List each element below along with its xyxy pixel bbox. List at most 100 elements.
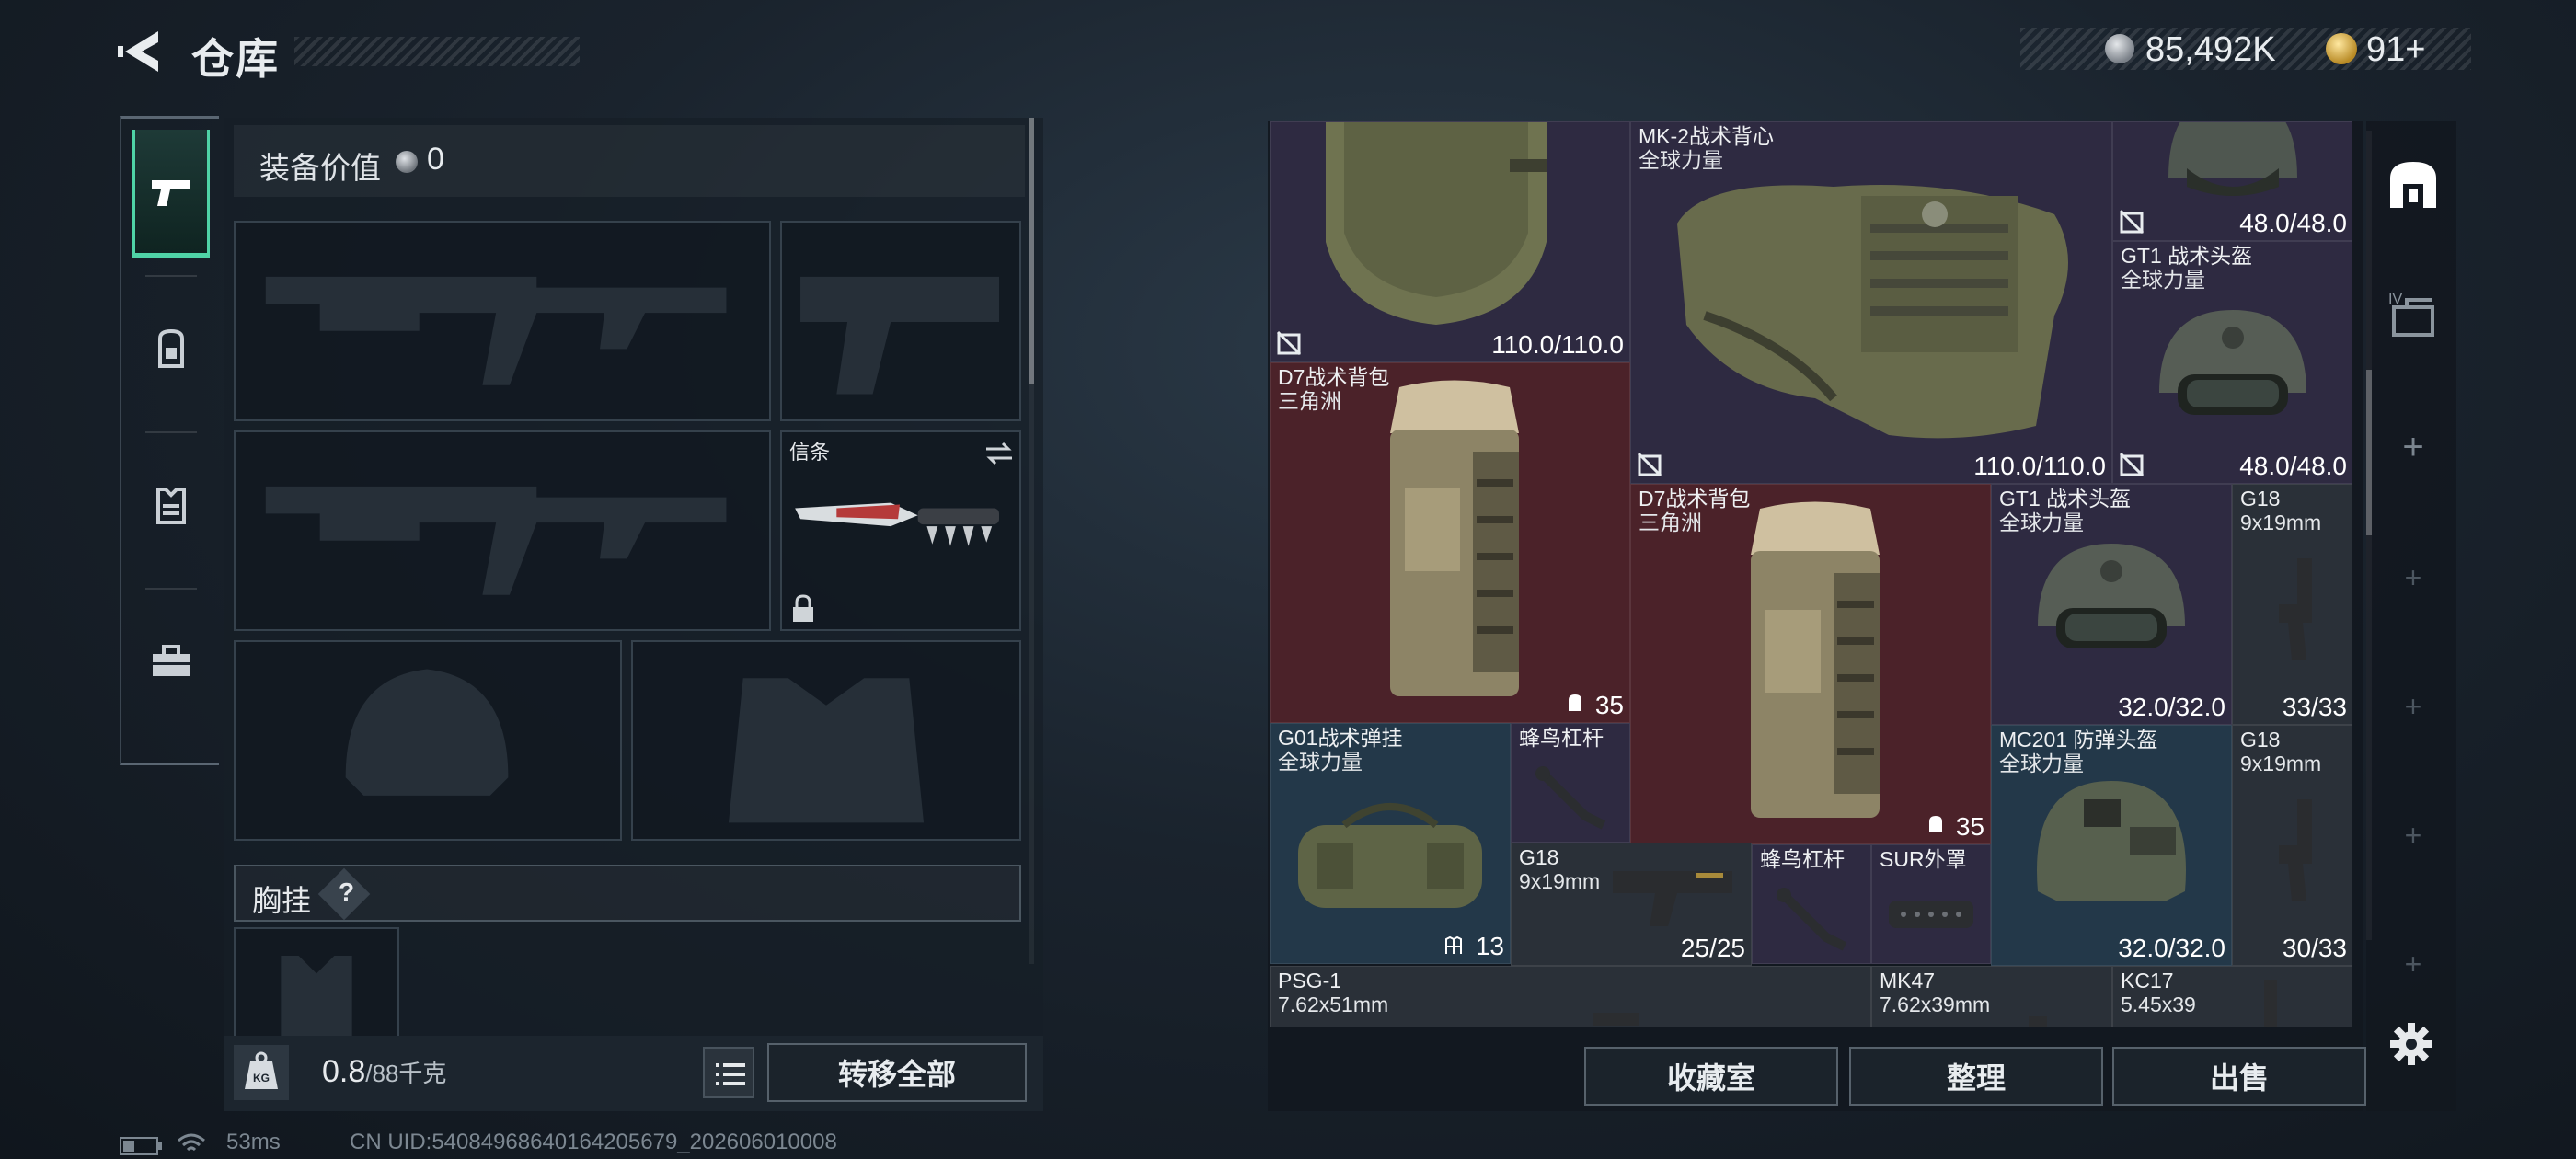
stash-panel: 110.0/110.0 MK-2战术背心 全球力量 110.0/110.0 48…: [1268, 121, 2366, 1111]
item-capacity: 35: [1594, 691, 1624, 719]
item-name: MK47: [1880, 969, 1936, 993]
item-durability: 110.0/110.0: [1973, 452, 2106, 480]
stash-item-psg1-rifle[interactable]: PSG-1 7.62x51mm: [1270, 966, 1871, 1027]
item-faction: 全球力量: [2121, 268, 2205, 292]
stash-scrollbar[interactable]: [2366, 131, 2372, 940]
stash-item-d7-backpack[interactable]: D7战术背包 三角洲 35: [1270, 362, 1630, 723]
stash-item-kc17-rifle[interactable]: KC17 5.45x39: [2112, 966, 2352, 1027]
rifle-part-icon: [1593, 1013, 1639, 1026]
list-view-button[interactable]: [703, 1047, 754, 1098]
loadout-panel: 装备价值 0 信条 胸挂 ?: [224, 118, 1043, 1111]
stash-grid: 110.0/110.0 MK-2战术背心 全球力量 110.0/110.0 48…: [1270, 121, 2352, 1027]
tab-toolbox[interactable]: [132, 597, 210, 726]
stash-item-d7-backpack[interactable]: D7战术背包 三角洲 35: [1630, 484, 1991, 844]
tab-weapons[interactable]: [132, 130, 210, 258]
stash-item-mk47-rifle[interactable]: MK47 7.62x39mm: [1871, 966, 2112, 1027]
settings-gear-icon[interactable]: [2388, 1021, 2434, 1067]
item-name: 蜂鸟杠杆: [1519, 726, 1604, 750]
title-decoration: [294, 37, 580, 66]
add-stash-page-button[interactable]: +: [2399, 688, 2427, 725]
collection-button[interactable]: 收藏室: [1584, 1047, 1838, 1106]
currency-secondary-value[interactable]: 91+: [2366, 30, 2425, 70]
tab-backpack[interactable]: [132, 284, 210, 413]
stash-page-4-icon[interactable]: IV: [2385, 287, 2442, 339]
item-caliber: 9x19mm: [2240, 511, 2322, 534]
add-stash-page-button[interactable]: +: [2399, 817, 2427, 854]
add-stash-page-button[interactable]: +: [2399, 559, 2427, 596]
helmet-slot[interactable]: [234, 640, 622, 841]
add-stash-page-button[interactable]: +: [2399, 429, 2427, 465]
melee-slot[interactable]: 信条: [780, 430, 1021, 631]
primary-weapon-slot-1[interactable]: [234, 221, 771, 421]
stash-item-g18-pistol[interactable]: G18 9x19mm 30/33: [2232, 725, 2352, 966]
stash-item-g01-rig[interactable]: G01战术弹挂 全球力量 13: [1270, 723, 1511, 964]
rifle-part-icon: [2029, 1016, 2047, 1027]
equip-value-label: 装备价值: [259, 151, 381, 185]
stash-item-mk2-vest[interactable]: MK-2战术背心 全球力量 110.0/110.0: [1630, 121, 2112, 484]
item-durability: 110.0/110.0: [1491, 330, 1624, 359]
suppressor-cover-icon: [1889, 901, 1973, 928]
vest-icon: [1326, 122, 1547, 325]
stash-scroll-thumb[interactable]: [2366, 370, 2372, 535]
pistol-icon: [2279, 799, 2312, 901]
helmet-silhouette-icon: [345, 669, 509, 796]
stash-item-lever[interactable]: 蜂鸟杠杆: [1752, 844, 1871, 964]
item-durability: 32.0/32.0: [2118, 693, 2225, 721]
sort-button[interactable]: 整理: [1849, 1047, 2103, 1106]
swap-icon[interactable]: [983, 440, 1016, 467]
stash-item-g18-pistol[interactable]: G18 9x19mm 25/25: [1511, 843, 1752, 966]
uid-readout: CN UID:54084968640164205679_202606010008: [350, 1130, 837, 1154]
helmet-icon: [2159, 310, 2306, 415]
weight-current: 0.8: [322, 1054, 366, 1089]
tab-separator: [145, 275, 197, 277]
item-faction: 三角洲: [1278, 389, 1341, 413]
weight-capacity: /88千克: [365, 1060, 447, 1087]
transfer-all-button[interactable]: 转移全部: [767, 1043, 1027, 1102]
gold-coin-icon: [2326, 33, 2357, 64]
item-durability: 32.0/32.0: [2118, 934, 2225, 962]
lock-icon: [793, 594, 813, 622]
add-stash-page-button[interactable]: +: [2399, 946, 2427, 982]
loadout-scrollbar[interactable]: [1029, 118, 1034, 964]
primary-weapon-slot-2[interactable]: [234, 430, 771, 631]
armor-silhouette-icon: [728, 678, 925, 823]
stash-item-gt1-helmet[interactable]: GT1 战术头盔 全球力量 48.0/48.0: [2112, 241, 2352, 484]
not-inspected-icon: [1276, 330, 1302, 356]
chest-rig-header: 胸挂 ?: [234, 865, 1021, 922]
vest-icon: [156, 488, 186, 524]
armor-slot[interactable]: [631, 640, 1021, 841]
stash-item-mc201-helmet[interactable]: MC201 防弹头盔 全球力量 32.0/32.0: [1991, 725, 2232, 966]
list-icon: [716, 1063, 745, 1085]
chest-rig-slot[interactable]: [234, 927, 399, 1038]
item-name: KC17: [2121, 969, 2174, 993]
secondary-weapon-slot[interactable]: [780, 221, 1021, 421]
back-button[interactable]: [118, 28, 164, 75]
item-durability: 48.0/48.0: [2239, 452, 2347, 480]
loadout-scroll-thumb[interactable]: [1029, 118, 1034, 384]
weight-readout: 0.8/88千克: [322, 1054, 446, 1090]
tab-vest[interactable]: [132, 441, 210, 569]
silver-coin-icon: [2105, 34, 2134, 63]
backpack-icon: [158, 328, 184, 368]
stash-main-icon[interactable]: [2385, 156, 2442, 213]
stash-item-helmet-partial[interactable]: 48.0/48.0: [2112, 121, 2352, 241]
toolbox-icon: [153, 645, 190, 676]
svg-text:IV: IV: [2388, 292, 2402, 307]
tab-separator: [145, 431, 197, 433]
item-name: GT1 战术头盔: [2121, 244, 2253, 268]
sell-button[interactable]: 出售: [2112, 1047, 2366, 1106]
stash-item-g18-pistol[interactable]: G18 9x19mm 33/33: [2232, 484, 2352, 725]
stash-item-vest-partial[interactable]: 110.0/110.0: [1270, 121, 1630, 362]
ammo-capacity-icon: [1445, 935, 1462, 954]
page-title: 仓库: [191, 35, 280, 83]
category-tab-rail: [120, 116, 219, 765]
stash-item-lever[interactable]: 蜂鸟杠杆: [1511, 723, 1630, 843]
stash-item-gt1-helmet[interactable]: GT1 战术头盔 全球力量 32.0/32.0: [1991, 484, 2232, 725]
equip-value: 0: [427, 142, 444, 177]
chest-rig-label: 胸挂: [252, 884, 312, 917]
lever-icon: [1777, 888, 1847, 951]
rifle-silhouette-icon: [265, 276, 727, 385]
lever-icon: [1535, 766, 1606, 830]
item-caliber: 7.62x39mm: [1880, 993, 1991, 1016]
stash-item-sur-cover[interactable]: SUR外罩: [1871, 844, 1991, 964]
